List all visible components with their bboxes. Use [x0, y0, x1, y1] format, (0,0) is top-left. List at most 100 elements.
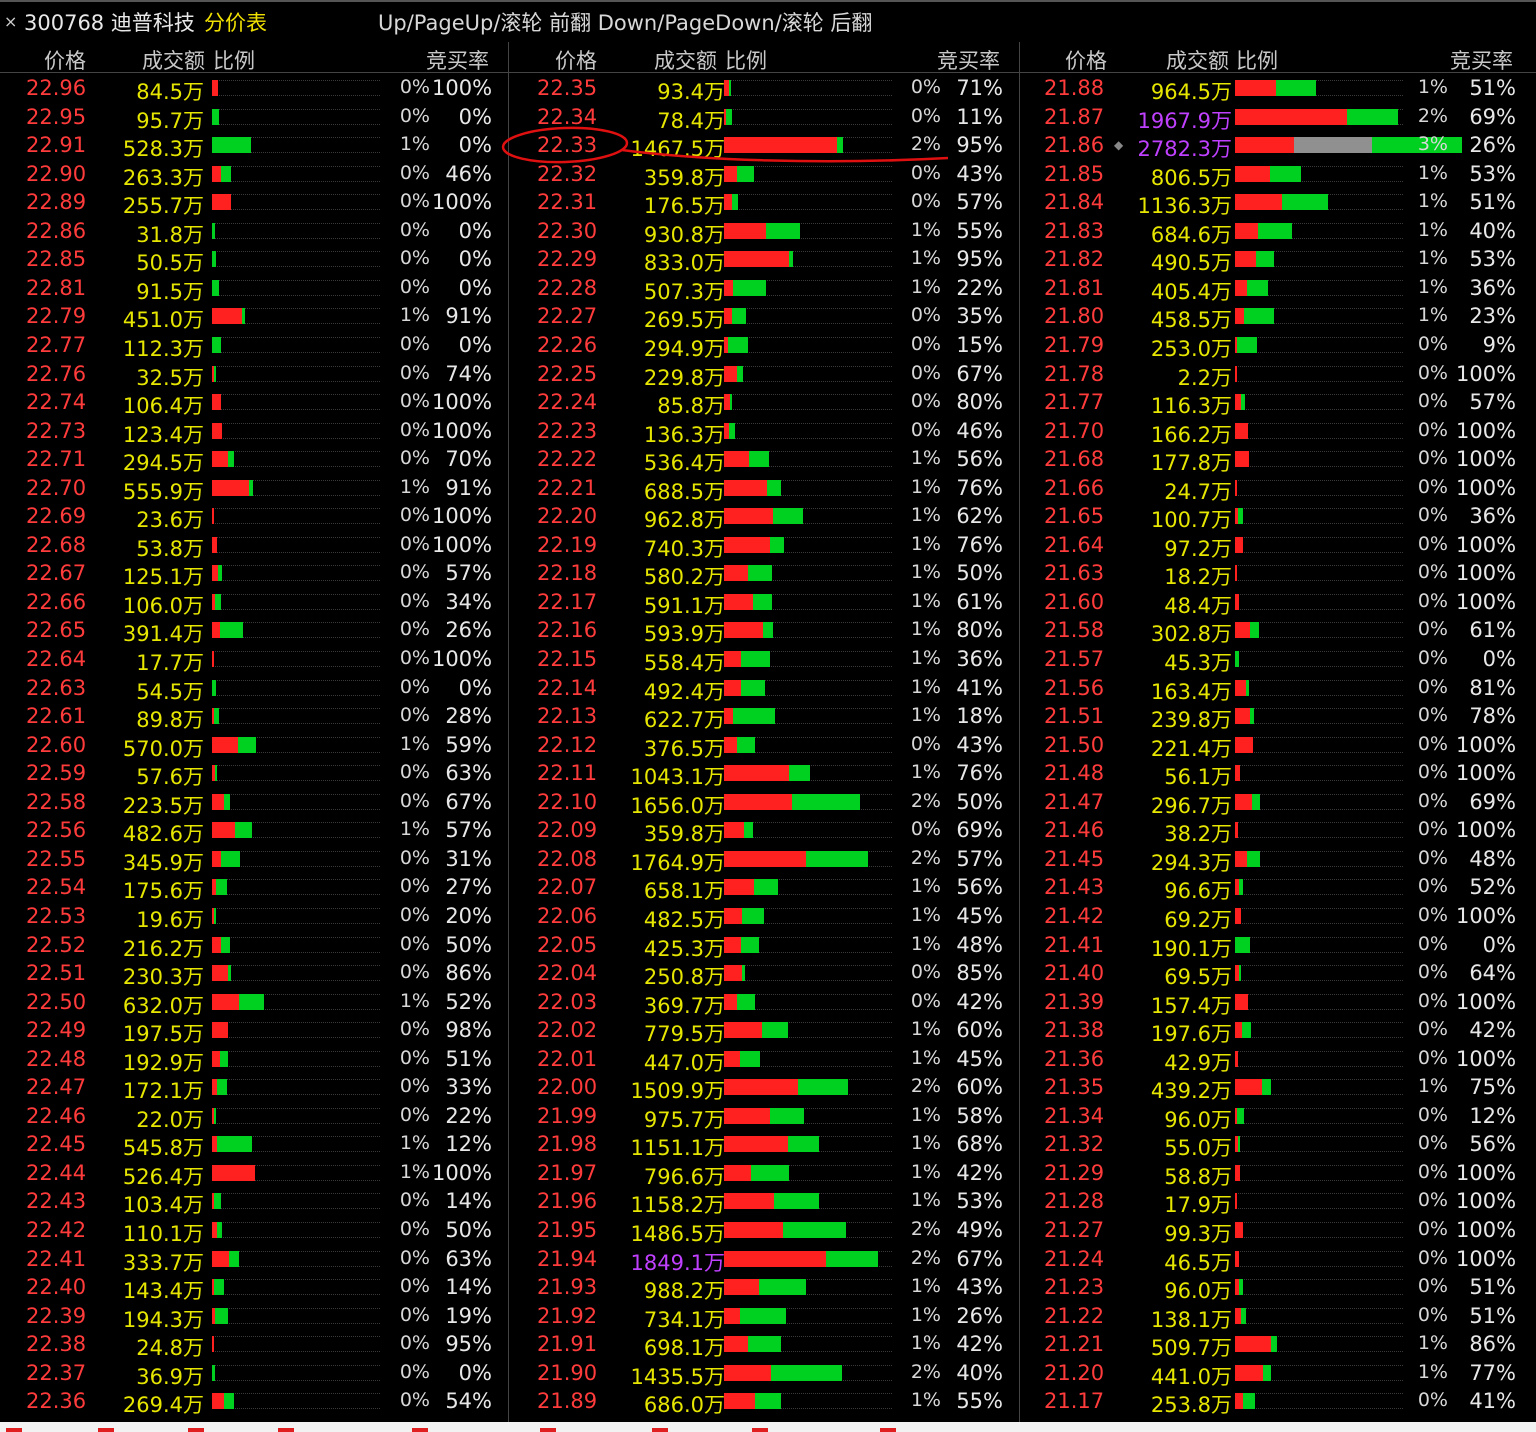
table-row[interactable]: 22.33 1467.5万 2% 95%: [509, 131, 1019, 161]
table-row[interactable]: 21.45 294.3万 0% 48%: [1020, 845, 1536, 875]
table-row[interactable]: 21.36 42.9万 0% 100%: [1020, 1045, 1536, 1075]
header-amount[interactable]: 成交额: [1166, 45, 1229, 75]
table-row[interactable]: 21.97 796.6万 1% 42%: [509, 1159, 1019, 1189]
table-row[interactable]: 21.51 239.8万 0% 78%: [1020, 702, 1536, 732]
close-icon[interactable]: ×: [4, 12, 17, 31]
table-row[interactable]: 22.81 91.5万 0% 0%: [0, 274, 508, 304]
table-row[interactable]: 22.55 345.9万 0% 31%: [0, 845, 508, 875]
table-row[interactable]: 21.32 55.0万 0% 56%: [1020, 1130, 1536, 1160]
table-row[interactable]: 22.69 23.6万 0% 100%: [0, 502, 508, 532]
table-row[interactable]: 21.20 441.0万 1% 77%: [1020, 1359, 1536, 1389]
table-row[interactable]: 21.91 698.1万 1% 42%: [509, 1330, 1019, 1360]
header-rate[interactable]: 竞买率: [937, 45, 1000, 75]
table-row[interactable]: 22.25 229.8万 0% 67%: [509, 360, 1019, 390]
table-row[interactable]: 22.15 558.4万 1% 36%: [509, 645, 1019, 675]
table-row[interactable]: 22.40 143.4万 0% 14%: [0, 1273, 508, 1303]
table-row[interactable]: 21.43 96.6万 0% 52%: [1020, 873, 1536, 903]
table-row[interactable]: 22.63 54.5万 0% 0%: [0, 674, 508, 704]
table-row[interactable]: 22.01 447.0万 1% 45%: [509, 1045, 1019, 1075]
table-row[interactable]: 22.52 216.2万 0% 50%: [0, 931, 508, 961]
table-row[interactable]: 22.44 526.4万 1% 100%: [0, 1159, 508, 1189]
table-row[interactable]: 22.23 136.3万 0% 46%: [509, 417, 1019, 447]
table-row[interactable]: 21.98 1151.1万 1% 68%: [509, 1130, 1019, 1160]
table-row[interactable]: 22.39 194.3万 0% 19%: [0, 1302, 508, 1332]
table-row[interactable]: 21.46 38.2万 0% 100%: [1020, 816, 1536, 846]
table-row[interactable]: 22.16 593.9万 1% 80%: [509, 616, 1019, 646]
table-row[interactable]: 22.35 93.4万 0% 71%: [509, 74, 1019, 104]
table-row[interactable]: 22.66 106.0万 0% 34%: [0, 588, 508, 618]
table-row[interactable]: 22.47 172.1万 0% 33%: [0, 1073, 508, 1103]
table-row[interactable]: 22.45 545.8万 1% 12%: [0, 1130, 508, 1160]
table-row[interactable]: 22.90 263.3万 0% 46%: [0, 160, 508, 190]
table-row[interactable]: 22.60 570.0万 1% 59%: [0, 731, 508, 761]
price-column-2[interactable]: 价格 成交额 比例 竞买率 22.35 93.4万 0% 71% 22.34 78.4万 0% 11%…: [509, 42, 1020, 1422]
table-row[interactable]: 21.63 18.2万 0% 100%: [1020, 559, 1536, 589]
table-row[interactable]: 21.58 302.8万 0% 61%: [1020, 616, 1536, 646]
header-amount[interactable]: 成交额: [654, 45, 717, 75]
table-row[interactable]: 21.21 509.7万 1% 86%: [1020, 1330, 1536, 1360]
table-row[interactable]: 22.86 31.8万 0% 0%: [0, 217, 508, 247]
table-row[interactable]: 22.28 507.3万 1% 22%: [509, 274, 1019, 304]
table-row[interactable]: 21.64 97.2万 0% 100%: [1020, 531, 1536, 561]
header-amount[interactable]: 成交额: [142, 45, 205, 75]
table-row[interactable]: 21.68 177.8万 0% 100%: [1020, 445, 1536, 475]
table-row[interactable]: 22.11 1043.1万 1% 76%: [509, 759, 1019, 789]
table-row[interactable]: 22.32 359.8万 0% 43%: [509, 160, 1019, 190]
header-ratio[interactable]: 比例: [213, 45, 255, 75]
table-row[interactable]: 21.93 988.2万 1% 43%: [509, 1273, 1019, 1303]
table-row[interactable]: 22.56 482.6万 1% 57%: [0, 816, 508, 846]
table-row[interactable]: 21.23 96.0万 0% 51%: [1020, 1273, 1536, 1303]
table-row[interactable]: 22.24 85.8万 0% 80%: [509, 388, 1019, 418]
table-row[interactable]: 22.96 84.5万 0% 100%: [0, 74, 508, 104]
table-row[interactable]: 22.74 106.4万 0% 100%: [0, 388, 508, 418]
table-row[interactable]: 21.56 163.4万 0% 81%: [1020, 674, 1536, 704]
table-row[interactable]: 22.54 175.6万 0% 27%: [0, 873, 508, 903]
header-price[interactable]: 价格: [1065, 45, 1107, 75]
table-row[interactable]: 22.79 451.0万 1% 91%: [0, 302, 508, 332]
header-price[interactable]: 价格: [555, 45, 597, 75]
table-row[interactable]: 22.67 125.1万 0% 57%: [0, 559, 508, 589]
table-row[interactable]: 22.00 1509.9万 2% 60%: [509, 1073, 1019, 1103]
table-row[interactable]: 22.14 492.4万 1% 41%: [509, 674, 1019, 704]
table-row[interactable]: 22.21 688.5万 1% 76%: [509, 474, 1019, 504]
table-row[interactable]: 22.64 17.7万 0% 100%: [0, 645, 508, 675]
table-row[interactable]: 22.58 223.5万 0% 67%: [0, 788, 508, 818]
table-row[interactable]: 22.30 930.8万 1% 55%: [509, 217, 1019, 247]
table-row[interactable]: 21.90 1435.5万 2% 40%: [509, 1359, 1019, 1389]
table-row[interactable]: 22.12 376.5万 0% 43%: [509, 731, 1019, 761]
table-row[interactable]: 21.34 96.0万 0% 12%: [1020, 1102, 1536, 1132]
table-row[interactable]: 22.34 78.4万 0% 11%: [509, 103, 1019, 133]
table-row[interactable]: 21.79 253.0万 0% 9%: [1020, 331, 1536, 361]
table-row[interactable]: 21.77 116.3万 0% 57%: [1020, 388, 1536, 418]
table-row[interactable]: 22.38 24.8万 0% 95%: [0, 1330, 508, 1360]
table-row[interactable]: 22.77 112.3万 0% 0%: [0, 331, 508, 361]
table-row[interactable]: 22.20 962.8万 1% 62%: [509, 502, 1019, 532]
table-row[interactable]: 21.60 48.4万 0% 100%: [1020, 588, 1536, 618]
table-row[interactable]: 22.41 333.7万 0% 63%: [0, 1245, 508, 1275]
table-row[interactable]: 22.22 536.4万 1% 56%: [509, 445, 1019, 475]
table-row[interactable]: 21.22 138.1万 0% 51%: [1020, 1302, 1536, 1332]
table-row[interactable]: 21.48 56.1万 0% 100%: [1020, 759, 1536, 789]
table-row[interactable]: 22.85 50.5万 0% 0%: [0, 245, 508, 275]
table-row[interactable]: 22.02 779.5万 1% 60%: [509, 1016, 1019, 1046]
table-row[interactable]: 22.18 580.2万 1% 50%: [509, 559, 1019, 589]
table-row[interactable]: 22.43 103.4万 0% 14%: [0, 1187, 508, 1217]
header-ratio[interactable]: 比例: [1236, 45, 1278, 75]
table-row[interactable]: 21.70 166.2万 0% 100%: [1020, 417, 1536, 447]
table-row[interactable]: 21.82 490.5万 1% 53%: [1020, 245, 1536, 275]
table-row[interactable]: 22.10 1656.0万 2% 50%: [509, 788, 1019, 818]
table-row[interactable]: 21.65 100.7万 0% 36%: [1020, 502, 1536, 532]
table-row[interactable]: 22.27 269.5万 0% 35%: [509, 302, 1019, 332]
table-row[interactable]: 21.50 221.4万 0% 100%: [1020, 731, 1536, 761]
table-row[interactable]: 21.81 405.4万 1% 36%: [1020, 274, 1536, 304]
table-row[interactable]: 21.57 45.3万 0% 0%: [1020, 645, 1536, 675]
table-row[interactable]: 22.05 425.3万 1% 48%: [509, 931, 1019, 961]
table-row[interactable]: 22.13 622.7万 1% 18%: [509, 702, 1019, 732]
table-row[interactable]: 22.29 833.0万 1% 95%: [509, 245, 1019, 275]
table-row[interactable]: 21.89 686.0万 1% 55%: [509, 1387, 1019, 1417]
header-rate[interactable]: 竞买率: [1450, 45, 1513, 75]
table-row[interactable]: 21.39 157.4万 0% 100%: [1020, 988, 1536, 1018]
header-ratio[interactable]: 比例: [725, 45, 767, 75]
table-row[interactable]: 22.08 1764.9万 2% 57%: [509, 845, 1019, 875]
table-row[interactable]: 21.41 190.1万 0% 0%: [1020, 931, 1536, 961]
